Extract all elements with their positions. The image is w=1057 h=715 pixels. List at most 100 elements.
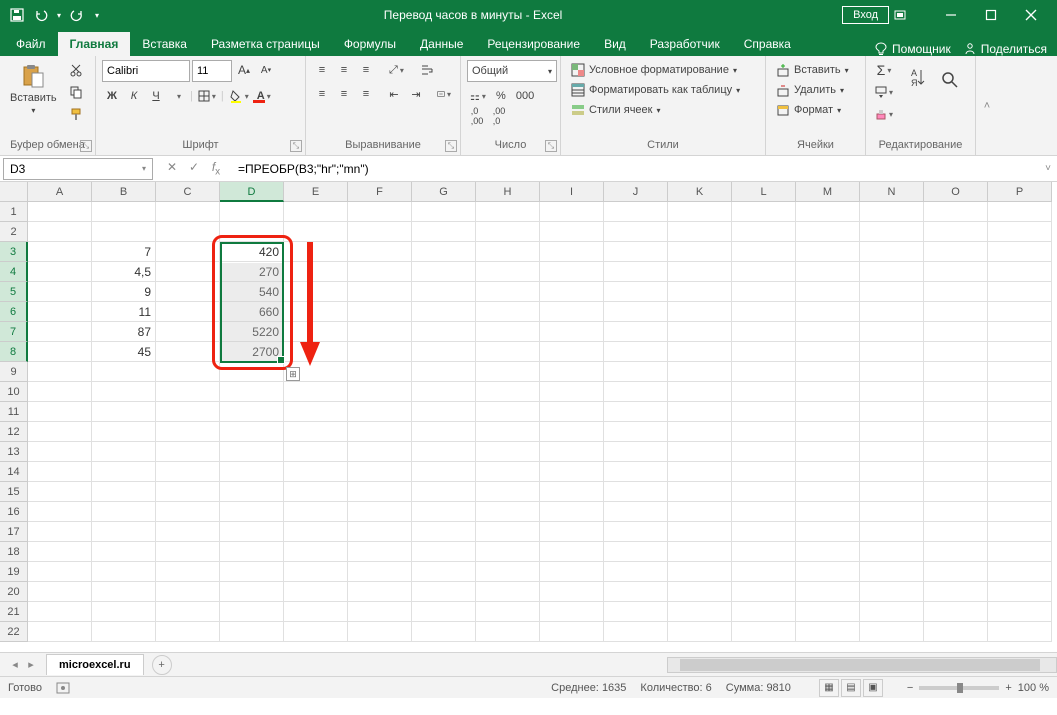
cell-A2[interactable] (28, 222, 92, 242)
macro-record-icon[interactable] (56, 681, 70, 695)
cell-I22[interactable] (540, 622, 604, 642)
cell-F3[interactable] (348, 242, 412, 262)
row-header-17[interactable]: 17 (0, 522, 28, 542)
font-size-input[interactable] (192, 60, 232, 82)
cell-C6[interactable] (156, 302, 220, 322)
cell-K14[interactable] (668, 462, 732, 482)
cell-B15[interactable] (92, 482, 156, 502)
cell-N18[interactable] (860, 542, 924, 562)
cell-I18[interactable] (540, 542, 604, 562)
cell-E10[interactable] (284, 382, 348, 402)
col-header-K[interactable]: K (668, 182, 732, 202)
format-painter-icon[interactable] (65, 104, 87, 124)
col-header-P[interactable]: P (988, 182, 1052, 202)
cell-F9[interactable] (348, 362, 412, 382)
cell-K9[interactable] (668, 362, 732, 382)
cell-B3[interactable]: 7 (92, 242, 156, 262)
tab-view[interactable]: Вид (592, 32, 638, 56)
cell-L17[interactable] (732, 522, 796, 542)
formula-input[interactable] (232, 158, 1039, 180)
cell-G10[interactable] (412, 382, 476, 402)
cell-H7[interactable] (476, 322, 540, 342)
sheet-nav-first-icon[interactable]: ◂ (8, 658, 22, 671)
row-header-1[interactable]: 1 (0, 202, 28, 222)
col-header-G[interactable]: G (412, 182, 476, 202)
cell-A1[interactable] (28, 202, 92, 222)
cell-K2[interactable] (668, 222, 732, 242)
cell-L10[interactable] (732, 382, 796, 402)
zoom-slider[interactable] (919, 686, 999, 690)
cell-E19[interactable] (284, 562, 348, 582)
qat-customize-icon[interactable]: ▾ (90, 4, 104, 26)
zoom-in-button[interactable]: + (1005, 682, 1011, 694)
row-header-16[interactable]: 16 (0, 502, 28, 522)
cell-N9[interactable] (860, 362, 924, 382)
undo-dropdown-icon[interactable]: ▾ (54, 4, 64, 26)
cell-P18[interactable] (988, 542, 1052, 562)
cell-C1[interactable] (156, 202, 220, 222)
cell-I4[interactable] (540, 262, 604, 282)
cell-J5[interactable] (604, 282, 668, 302)
cell-O11[interactable] (924, 402, 988, 422)
cell-B5[interactable]: 9 (92, 282, 156, 302)
cell-N6[interactable] (860, 302, 924, 322)
cell-P15[interactable] (988, 482, 1052, 502)
cell-N5[interactable] (860, 282, 924, 302)
sort-filter-icon[interactable]: AЯ (906, 60, 930, 100)
cell-B13[interactable] (92, 442, 156, 462)
col-header-O[interactable]: O (924, 182, 988, 202)
new-sheet-button[interactable]: + (152, 655, 172, 675)
cell-E7[interactable] (284, 322, 348, 342)
ribbon-display-icon[interactable] (893, 8, 917, 22)
cell-E15[interactable] (284, 482, 348, 502)
format-cells-button[interactable]: Формат▾ (772, 100, 859, 120)
cell-F21[interactable] (348, 602, 412, 622)
cell-H22[interactable] (476, 622, 540, 642)
cell-A10[interactable] (28, 382, 92, 402)
cell-K16[interactable] (668, 502, 732, 522)
cell-M5[interactable] (796, 282, 860, 302)
tab-pagelayout[interactable]: Разметка страницы (199, 32, 332, 56)
cell-F11[interactable] (348, 402, 412, 422)
cell-H11[interactable] (476, 402, 540, 422)
cell-H14[interactable] (476, 462, 540, 482)
cell-H20[interactable] (476, 582, 540, 602)
cell-J13[interactable] (604, 442, 668, 462)
cell-I17[interactable] (540, 522, 604, 542)
align-right-icon[interactable]: ≡ (356, 84, 376, 104)
cell-P7[interactable] (988, 322, 1052, 342)
cell-L1[interactable] (732, 202, 796, 222)
row-header-15[interactable]: 15 (0, 482, 28, 502)
conditional-formatting-button[interactable]: Условное форматирование▾ (567, 60, 759, 80)
sheet-tab[interactable]: microexcel.ru (46, 654, 144, 675)
cell-D17[interactable] (220, 522, 284, 542)
cell-F10[interactable] (348, 382, 412, 402)
cell-H4[interactable] (476, 262, 540, 282)
cell-J19[interactable] (604, 562, 668, 582)
align-launcher-icon[interactable]: ⤡ (445, 140, 457, 152)
col-header-F[interactable]: F (348, 182, 412, 202)
cell-F7[interactable] (348, 322, 412, 342)
cell-O18[interactable] (924, 542, 988, 562)
cell-N4[interactable] (860, 262, 924, 282)
cell-K4[interactable] (668, 262, 732, 282)
cell-H17[interactable] (476, 522, 540, 542)
cell-A13[interactable] (28, 442, 92, 462)
cell-D1[interactable] (220, 202, 284, 222)
cell-B12[interactable] (92, 422, 156, 442)
font-launcher-icon[interactable]: ⤡ (290, 140, 302, 152)
cell-O16[interactable] (924, 502, 988, 522)
cell-G13[interactable] (412, 442, 476, 462)
cell-A19[interactable] (28, 562, 92, 582)
cell-G16[interactable] (412, 502, 476, 522)
cell-M6[interactable] (796, 302, 860, 322)
cell-E3[interactable] (284, 242, 348, 262)
cell-B2[interactable] (92, 222, 156, 242)
cell-L3[interactable] (732, 242, 796, 262)
cell-N13[interactable] (860, 442, 924, 462)
orientation-icon[interactable]: ⤢ (386, 60, 407, 80)
cell-E20[interactable] (284, 582, 348, 602)
cell-P13[interactable] (988, 442, 1052, 462)
cell-B22[interactable] (92, 622, 156, 642)
cell-F17[interactable] (348, 522, 412, 542)
